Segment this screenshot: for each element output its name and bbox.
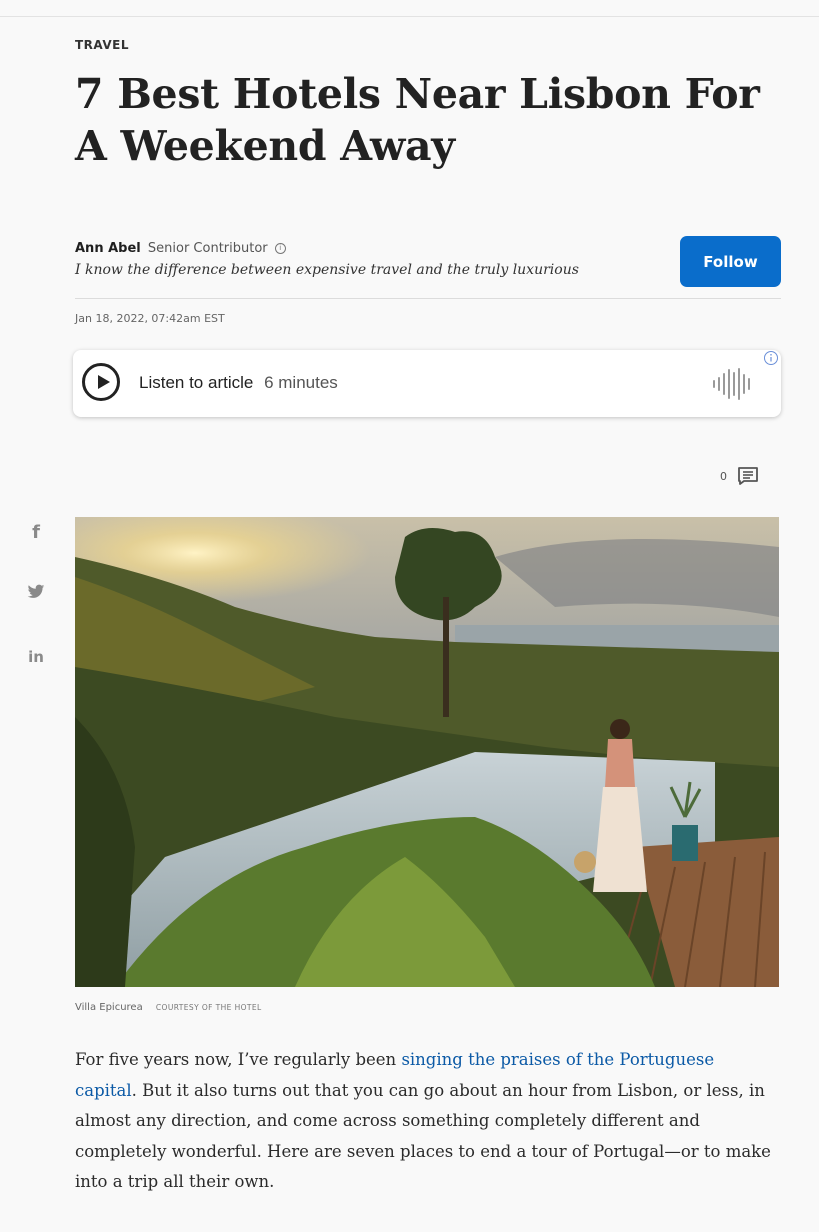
info-circle-icon[interactable]: i — [274, 243, 286, 254]
category-link[interactable]: TRAVEL — [75, 38, 129, 52]
author-byline: Ann Abel Senior Contributor i I know the… — [75, 240, 635, 280]
byline-divider — [75, 298, 781, 299]
follow-button[interactable]: Follow — [680, 236, 781, 287]
header-divider — [0, 16, 819, 17]
comment-icon[interactable] — [737, 466, 759, 486]
paragraph-rest: . But it also turns out that you can go … — [75, 1080, 771, 1192]
listen-to-article-widget[interactable]: Listen to article 6 minutes — [73, 350, 781, 417]
facebook-icon[interactable]: f — [24, 522, 48, 543]
hero-image — [75, 517, 779, 987]
caption-text: Villa Epicurea — [75, 1002, 143, 1013]
info-icon[interactable] — [763, 350, 779, 366]
comments-count[interactable]: 0 — [720, 466, 759, 486]
paragraph-intro: For five years now, I’ve regularly been — [75, 1050, 402, 1069]
caption-credit: COURTESY OF THE HOTEL — [155, 1003, 262, 1012]
listen-duration: 6 minutes — [264, 373, 338, 392]
article-paragraph: For five years now, I’ve regularly been … — [75, 1045, 780, 1198]
twitter-icon[interactable] — [24, 584, 48, 604]
image-caption: Villa Epicurea COURTESY OF THE HOTEL — [75, 1002, 262, 1013]
audio-waveform-icon — [713, 368, 750, 400]
listen-label: Listen to article — [139, 373, 254, 392]
publish-date: Jan 18, 2022, 07:42am EST — [75, 312, 225, 325]
author-role: Senior Contributor — [147, 241, 268, 256]
author-name[interactable]: Ann Abel — [75, 241, 141, 256]
linkedin-icon[interactable]: in — [24, 648, 48, 666]
article-title: 7 Best Hotels Near Lisbon For A Weekend … — [75, 70, 760, 170]
comment-count: 0 — [720, 469, 727, 483]
play-circle-icon[interactable] — [82, 363, 120, 401]
author-tagline: I know the difference between expensive … — [75, 262, 579, 278]
